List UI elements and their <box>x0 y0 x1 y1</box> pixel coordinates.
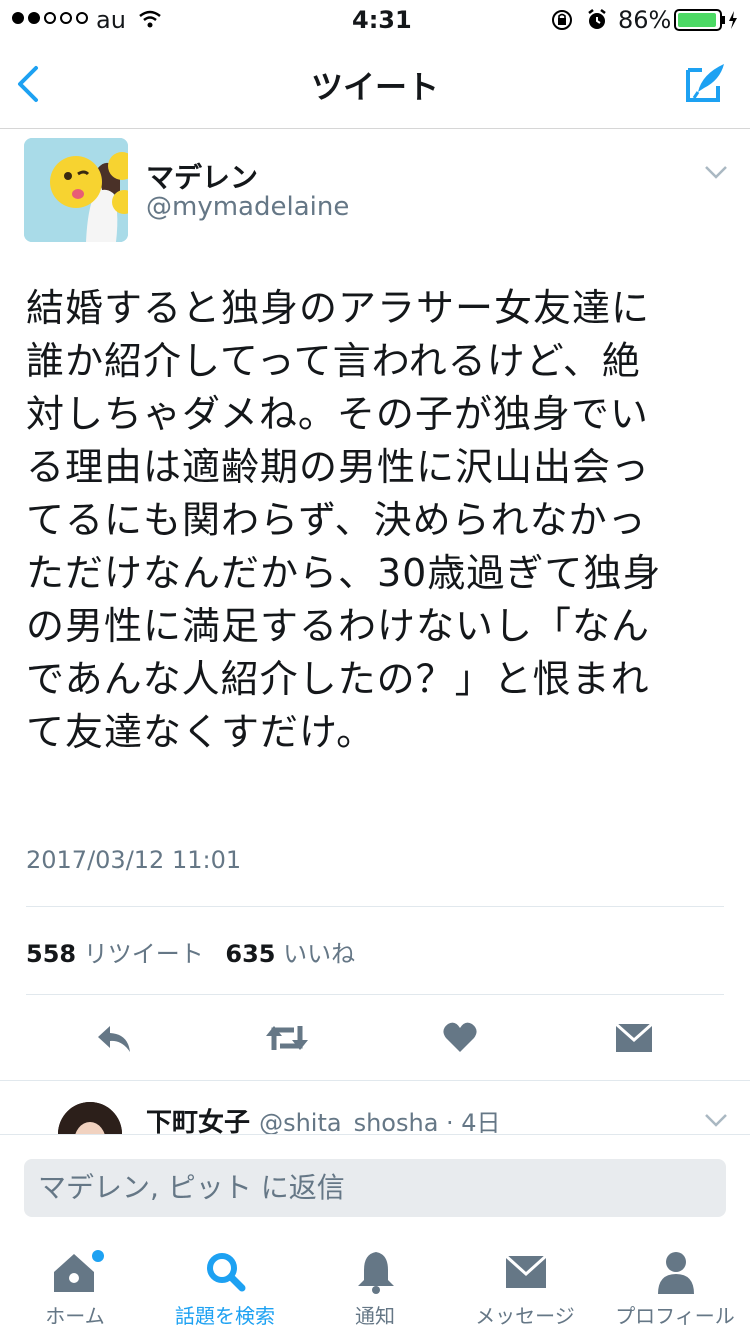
tab-profile-label: プロフィール <box>615 1304 735 1328</box>
chevron-down-icon[interactable] <box>704 1112 728 1128</box>
reply-author-meta: @shita_shosha · 4日 <box>259 1109 501 1137</box>
tab-search-label: 話題を検索 <box>175 1304 275 1328</box>
reply-input[interactable]: マデレン, ピット に返信 <box>24 1159 726 1217</box>
tweet-line: であんな人紹介したの？」と恨まれ <box>26 657 650 701</box>
like-count[interactable]: 635 <box>225 940 275 968</box>
tweet-line: て友達なくすだけ。 <box>26 710 376 754</box>
status-time: 4:31 <box>352 6 412 34</box>
divider <box>26 994 724 995</box>
tweet-line: る理由は適齢期の男性に沢山出会っ <box>26 445 651 489</box>
chevron-down-icon[interactable] <box>704 164 728 180</box>
search-icon <box>207 1253 246 1292</box>
wifi-icon <box>139 10 161 28</box>
direct-message-icon[interactable] <box>614 1022 654 1054</box>
tab-notifications-label: 通知 <box>355 1304 395 1328</box>
tweet-line: の男性に満足するわけないし「なん <box>26 604 651 648</box>
battery-percent: 86% <box>618 6 672 34</box>
tweet-line: てるにも関わらず、決められなかっ <box>26 498 647 542</box>
rotation-lock-icon <box>552 10 572 30</box>
carrier-label: au <box>96 6 126 34</box>
retweet-label[interactable]: リツイート <box>84 940 204 968</box>
divider <box>0 1080 750 1081</box>
tweet-line: 誰か紹介してって言われるけど、絶 <box>26 339 641 383</box>
divider <box>26 906 724 907</box>
retweet-count[interactable]: 558 <box>26 940 76 968</box>
tweet-line: 対しちゃダメね。その子が独身でい <box>26 392 649 436</box>
bell-icon <box>358 1252 394 1294</box>
author-handle[interactable]: @mymadelaine <box>146 192 349 222</box>
page-title: ツイート <box>310 68 439 106</box>
navigation-bar: ツイート <box>0 40 750 129</box>
tab-bar: ホーム 話題を検索 通知 メッセージ プロフィール <box>0 1242 750 1334</box>
reply-icon[interactable] <box>94 1022 134 1054</box>
tweet-timestamp: 2017/03/12 11:01 <box>26 846 242 874</box>
person-icon <box>658 1252 694 1294</box>
author-avatar[interactable] <box>24 138 128 242</box>
engagement-stats: 558 リツイート 635 いいね <box>26 934 369 969</box>
tweet-line: ただけなんだから、30歳過ぎて独身 <box>26 551 662 595</box>
retweet-icon[interactable] <box>264 1022 310 1054</box>
like-label[interactable]: いいね <box>283 940 355 968</box>
like-heart-icon[interactable] <box>442 1020 478 1054</box>
envelope-icon <box>504 1254 548 1288</box>
author-name[interactable]: マデレン <box>146 156 258 196</box>
home-icon <box>54 1250 104 1292</box>
status-bar: au 4:31 86% <box>0 0 750 40</box>
tweet-line: 結婚すると独身のアラサー女友達に <box>26 286 651 330</box>
tweet-actions <box>0 1018 750 1058</box>
compose-tweet-icon[interactable] <box>684 60 728 104</box>
alarm-icon <box>588 9 606 29</box>
tweet-text: 結婚すると独身のアラサー女友達に 誰か紹介してって言われるけど、絶 対しちゃダメ… <box>26 282 716 759</box>
battery-icon <box>674 9 737 31</box>
signal-strength-icon <box>12 12 88 24</box>
tab-messages-label: メッセージ <box>475 1304 575 1328</box>
tab-home-label: ホーム <box>45 1304 105 1328</box>
